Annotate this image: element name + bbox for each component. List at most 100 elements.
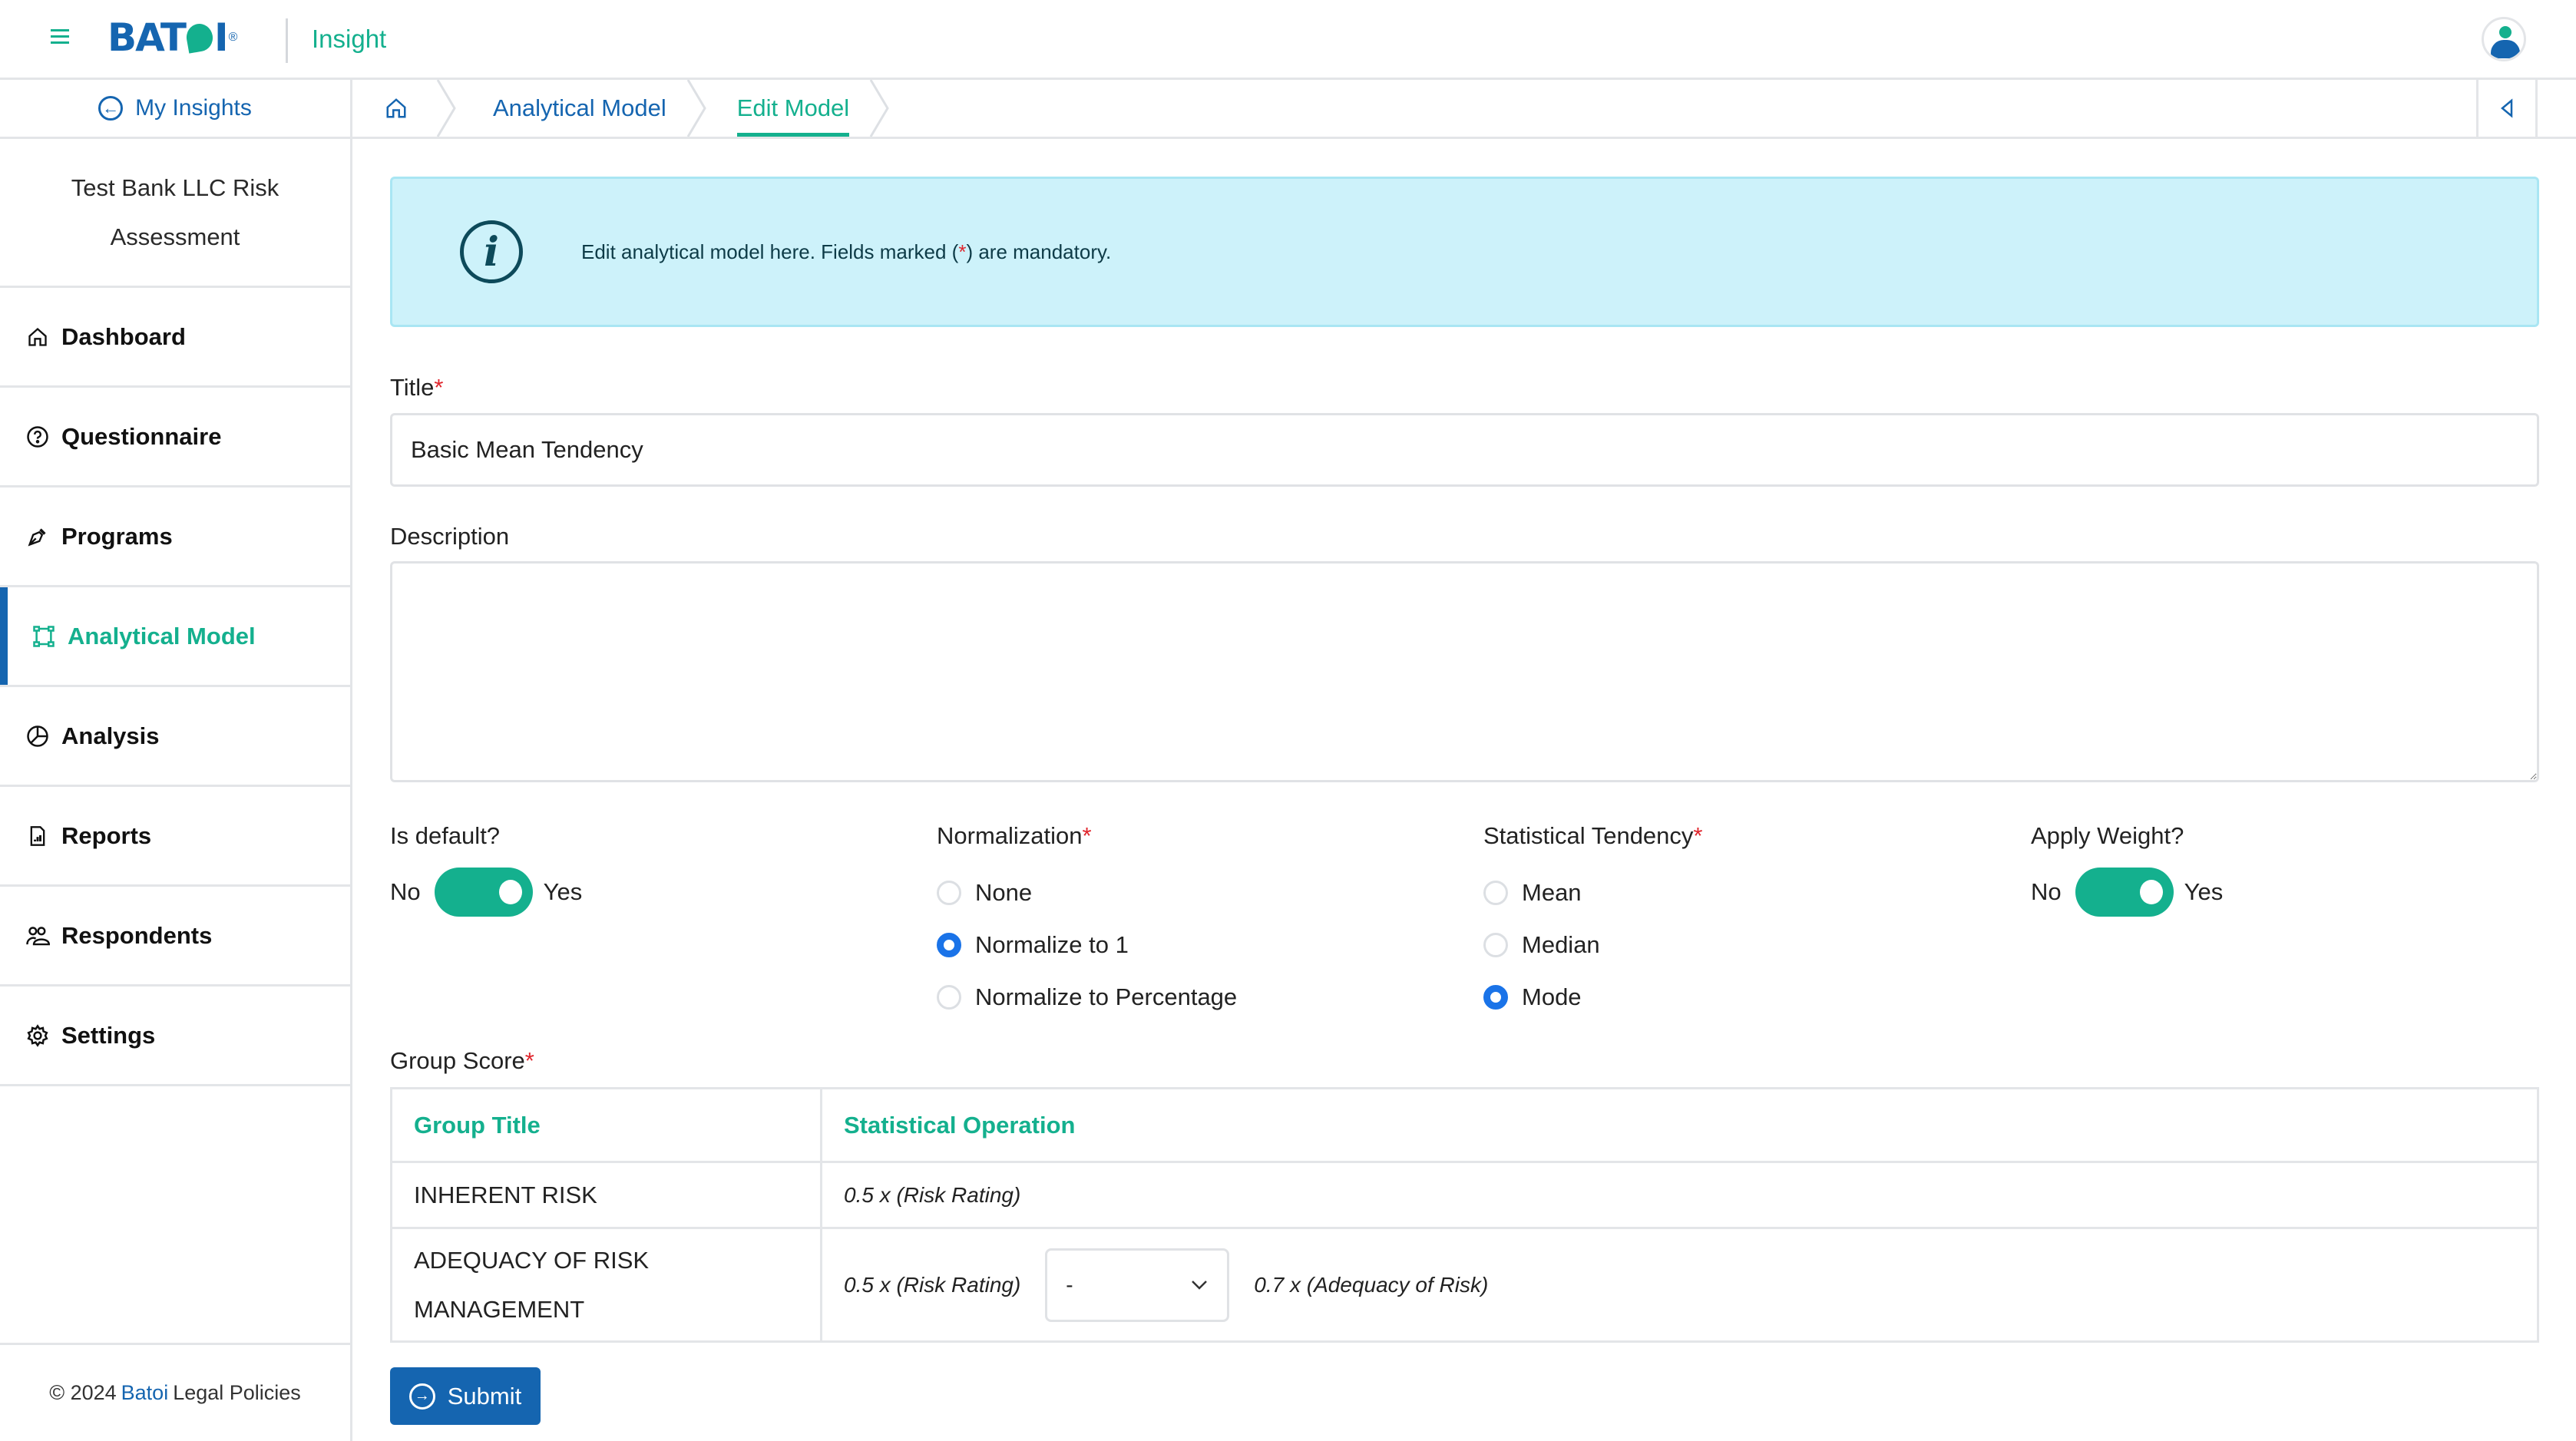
logo-text-end: I	[214, 15, 229, 60]
legal-policies-link[interactable]: Legal Policies	[173, 1381, 301, 1405]
breadcrumb-home[interactable]	[355, 80, 456, 137]
sidebar-item-label: Analysis	[61, 722, 160, 749]
batoi-logo[interactable]: BAT I ®	[107, 15, 237, 60]
gear-icon	[25, 1023, 51, 1049]
home-icon	[386, 98, 406, 118]
sidebar-item-label: Analytical Model	[68, 622, 256, 649]
sidebar-item-label: Questionnaire	[61, 422, 222, 450]
sidebar-item-label: Programs	[61, 522, 173, 550]
breadcrumb-bar: ← My Insights Analytical Model Edit Mode…	[0, 80, 2576, 139]
table-row: ADEQUACY OF RISK MANAGEMENT 0.5 x (Risk …	[392, 1229, 2537, 1340]
sidebar-item-dashboard[interactable]: Dashboard	[0, 288, 350, 388]
statistical-tendency-group: Statistical Tendency* Mean Median Mode	[1483, 822, 1703, 1023]
logo-leaf-icon	[184, 21, 215, 54]
normalization-group: Normalization* None Normalize to 1 Norma…	[937, 822, 1237, 1023]
radio-mode[interactable]: Mode	[1483, 971, 1703, 1023]
sidebar-item-analytical-model[interactable]: Analytical Model	[0, 587, 350, 687]
breadcrumb-separator	[869, 80, 889, 137]
operation-cell: 0.5 x (Risk Rating) - 0.7 x (Adequacy of…	[822, 1229, 2537, 1340]
info-banner: i Edit analytical model here. Fields mar…	[390, 177, 2539, 327]
breadcrumb-label-active: Edit Model	[736, 94, 850, 121]
group-title-cell: ADEQUACY OF RISK MANAGEMENT	[392, 1229, 822, 1340]
title-input[interactable]	[390, 413, 2539, 487]
report-chart-icon	[25, 823, 51, 849]
sidebar-item-label: Respondents	[61, 921, 213, 949]
sidebar-item-label: Reports	[61, 821, 152, 849]
radio-button-checked[interactable]	[1483, 985, 1508, 1010]
hamburger-icon[interactable]	[51, 29, 69, 48]
question-circle-icon	[25, 424, 51, 450]
breadcrumb-label: Analytical Model	[493, 94, 666, 121]
organization-name: Test Bank LLC Risk Assessment	[0, 139, 350, 288]
submit-label: Submit	[447, 1382, 522, 1410]
group-score-table: Group Title Statistical Operation INHERE…	[390, 1087, 2539, 1343]
radio-mean[interactable]: Mean	[1483, 867, 1703, 919]
table-header-row: Group Title Statistical Operation	[392, 1089, 2537, 1163]
radio-button[interactable]	[937, 985, 961, 1010]
table-row: INHERENT RISK 0.5 x (Risk Rating)	[392, 1163, 2537, 1229]
radio-label: Mode	[1522, 983, 1582, 1010]
sidebar-item-reports[interactable]: Reports	[0, 787, 350, 887]
sidebar-item-programs[interactable]: Programs	[0, 487, 350, 587]
is-default-label: Is default?	[390, 822, 501, 849]
breadcrumb-edit-model[interactable]: Edit Model	[697, 80, 889, 137]
info-text: Edit analytical model here. Fields marke…	[581, 240, 1112, 263]
sidebar-item-analysis[interactable]: Analysis	[0, 687, 350, 787]
bounding-box-icon	[31, 623, 57, 649]
collapse-panel-button[interactable]	[2476, 80, 2538, 137]
toggle-off-label: No	[390, 878, 421, 905]
radio-normalize-to-1[interactable]: Normalize to 1	[937, 919, 1237, 971]
sidebar: Test Bank LLC Risk Assessment Dashboard …	[0, 139, 352, 1441]
radio-button[interactable]	[937, 881, 961, 905]
description-textarea[interactable]	[390, 561, 2539, 782]
apply-weight-group: Apply Weight? No Yes	[2031, 822, 2223, 917]
top-header: BAT I ® Insight	[0, 0, 2576, 80]
my-insights-link[interactable]: ← My Insights	[0, 80, 352, 137]
sidebar-item-label: Settings	[61, 1021, 156, 1049]
chevron-down-icon	[1192, 1280, 1208, 1290]
column-header-group-title: Group Title	[392, 1089, 822, 1161]
sidebar-item-respondents[interactable]: Respondents	[0, 887, 350, 987]
statistical-tendency-label: Statistical Tendency*	[1483, 822, 1703, 849]
radio-label: Median	[1522, 931, 1600, 958]
operation-cell: 0.5 x (Risk Rating)	[844, 1182, 1021, 1207]
radio-label: Normalize to Percentage	[975, 983, 1238, 1010]
description-label: Description	[390, 523, 510, 550]
radio-button-checked[interactable]	[937, 933, 961, 957]
toggle-off-label: No	[2031, 878, 2062, 905]
group-score-label: Group Score*	[390, 1047, 534, 1074]
submit-button[interactable]: → Submit	[390, 1367, 541, 1425]
radio-label: Normalize to 1	[975, 931, 1129, 958]
arrow-right-circle-icon: →	[408, 1383, 435, 1410]
apply-weight-label: Apply Weight?	[2031, 822, 2184, 849]
is-default-toggle[interactable]	[434, 868, 533, 917]
radio-label: None	[975, 879, 1033, 906]
people-icon	[25, 923, 51, 949]
toggle-on-label: Yes	[2184, 878, 2224, 905]
radio-median[interactable]: Median	[1483, 919, 1703, 971]
apply-weight-toggle[interactable]	[2075, 868, 2174, 917]
radio-button[interactable]	[1483, 881, 1508, 905]
header-divider	[286, 18, 288, 63]
pen-nib-icon	[25, 524, 51, 550]
breadcrumb: Analytical Model Edit Model	[355, 80, 889, 137]
app-name[interactable]: Insight	[312, 25, 386, 54]
radio-normalize-to-percentage[interactable]: Normalize to Percentage	[937, 971, 1237, 1023]
sidebar-item-settings[interactable]: Settings	[0, 987, 350, 1086]
user-avatar-icon[interactable]	[2482, 17, 2526, 61]
arrow-left-circle-icon: ←	[98, 96, 124, 121]
batoi-link[interactable]: Batoi	[121, 1381, 169, 1405]
operation-right: 0.7 x (Adequacy of Risk)	[1254, 1272, 1489, 1297]
my-insights-label: My Insights	[135, 95, 252, 121]
radio-normalization-none[interactable]: None	[937, 867, 1237, 919]
active-underline	[736, 133, 850, 137]
radio-button[interactable]	[1483, 933, 1508, 957]
breadcrumb-analytical-model[interactable]: Analytical Model	[447, 80, 706, 137]
operator-select[interactable]: -	[1045, 1248, 1230, 1322]
is-default-group: Is default? No Yes	[390, 822, 582, 917]
column-header-statistical-operation: Statistical Operation	[844, 1111, 1076, 1139]
sidebar-footer: © 2024 Batoi Legal Policies	[0, 1343, 350, 1441]
toggle-on-label: Yes	[543, 878, 583, 905]
copyright-text: © 2024	[49, 1381, 117, 1404]
sidebar-item-questionnaire[interactable]: Questionnaire	[0, 388, 350, 487]
